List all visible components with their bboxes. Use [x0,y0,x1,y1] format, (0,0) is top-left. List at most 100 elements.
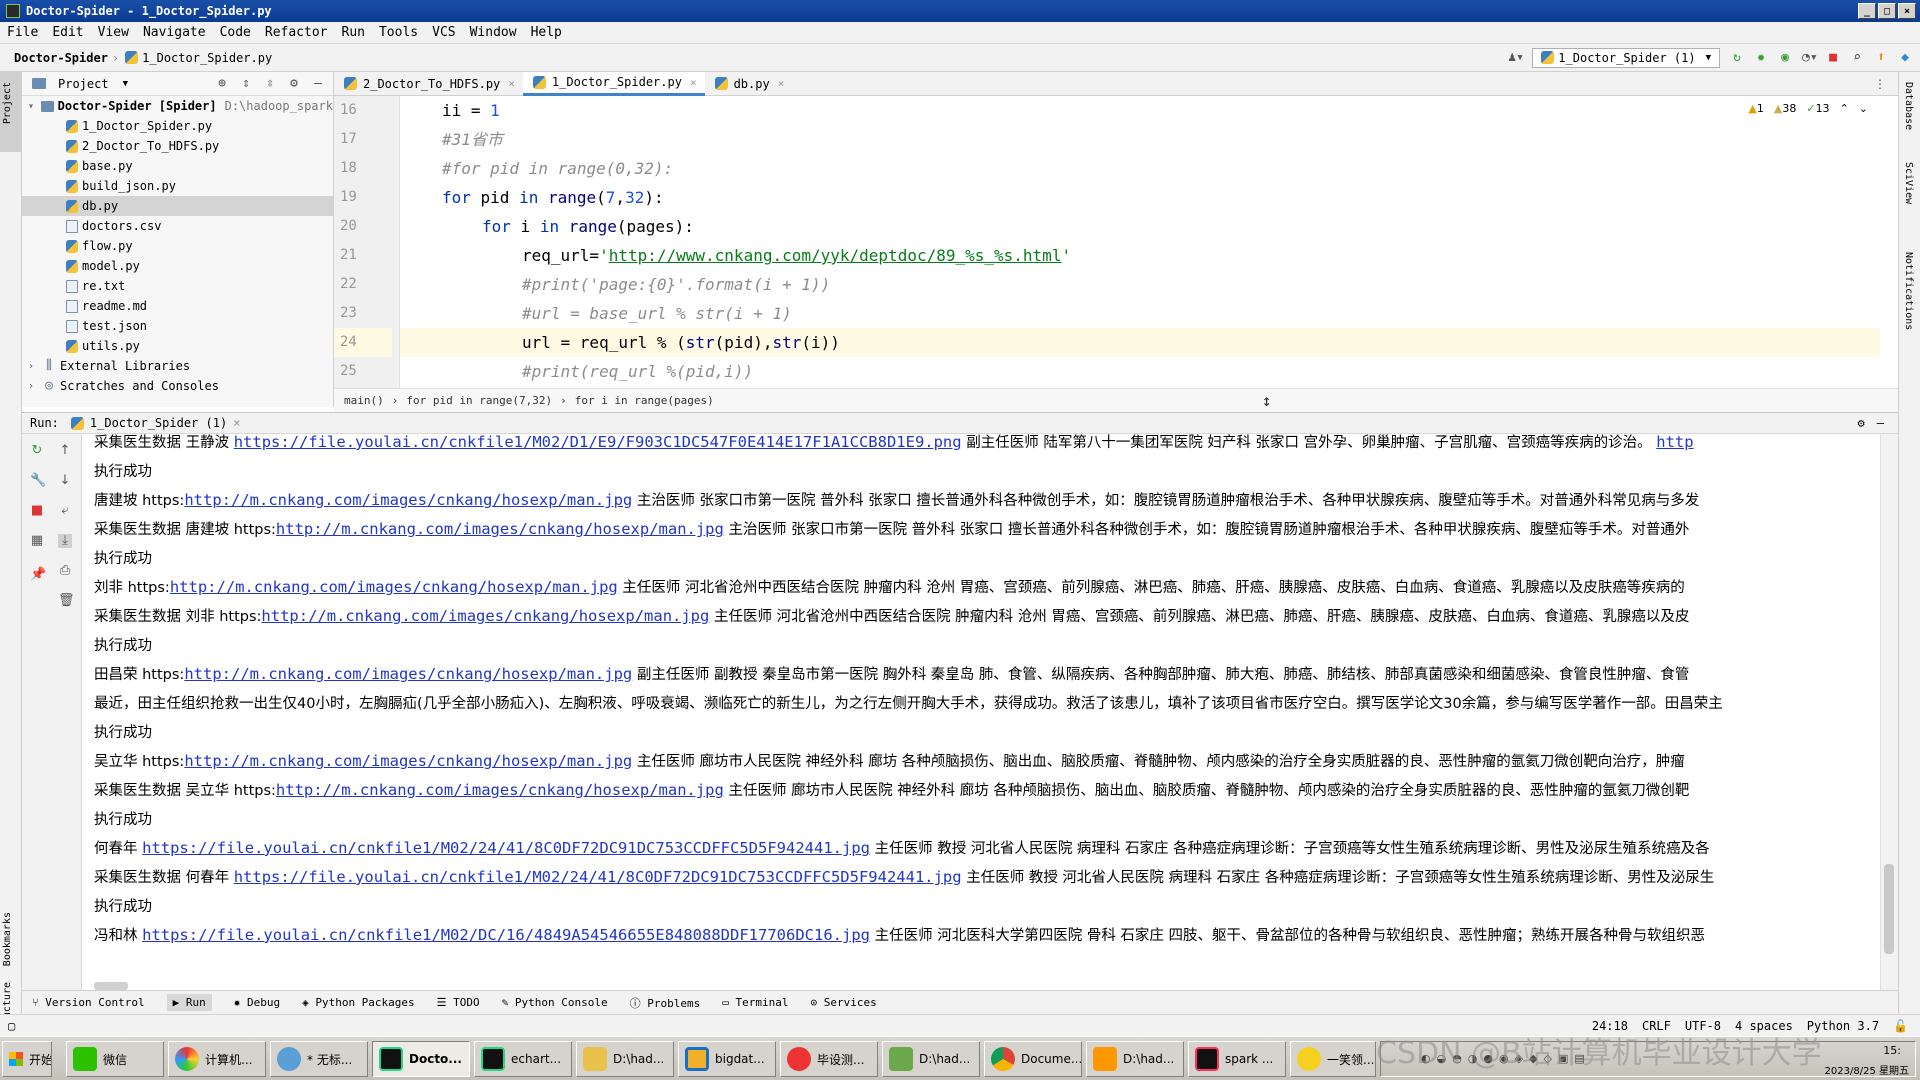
tree-file[interactable]: 2_Doctor_To_HDFS.py [22,136,333,156]
tab-python-console[interactable]: ✎ Python Console [502,996,608,1009]
run-console[interactable]: 采集医生数据 王静波 https://file.youlai.cn/cnkfil… [82,434,1880,990]
rerun-icon[interactable]: ↻ [1730,50,1744,65]
tree-file[interactable]: doctors.csv [22,216,333,236]
lock-icon[interactable]: 🔓 [1893,1019,1908,1033]
taskbar-item-bigdata[interactable]: bigdat... [678,1041,776,1077]
run-config-selector[interactable]: 1_Doctor_Spider (1) ▼ [1532,47,1720,68]
minimize-button[interactable]: _ [1858,3,1876,19]
notifications-tool-label[interactable]: Notifications [1903,252,1914,330]
menu-refactor[interactable]: Refactor [258,25,335,40]
arrow-down-icon[interactable]: ↓ [58,474,72,488]
taskbar-item-pycharm-doctor[interactable]: Docto... [372,1041,470,1077]
resize-cursor-icon[interactable]: ↕ [1262,391,1272,410]
console-link[interactable]: http://m.cnkang.com/images/cnkang/hosexp… [276,781,724,799]
tab-run[interactable]: ▶ Run [166,994,212,1011]
console-link[interactable]: https://file.youlai.cn/cnkfile1/M02/DC/1… [142,926,870,944]
tree-file[interactable]: flow.py [22,236,333,256]
console-link[interactable]: http://m.cnkang.com/images/cnkang/hosexp… [261,607,709,625]
taskbar-item-pycharm-echart[interactable]: echart... [474,1041,572,1077]
debug-icon[interactable]: ✹ [1754,50,1768,65]
project-panel-title[interactable]: Project [58,77,109,91]
close-icon[interactable]: × [508,77,515,90]
tree-file[interactable]: test.json [22,316,333,336]
tree-root[interactable]: ▾ Doctor-Spider [Spider] D:\hadoop_spark [22,96,333,116]
close-icon[interactable]: × [690,76,697,89]
start-button[interactable]: 开始 [2,1041,52,1077]
trash-icon[interactable]: 🗑 [58,594,75,608]
console-link[interactable]: http://m.cnkang.com/images/cnkang/hosexp… [184,665,632,683]
tab-1-doctor-spider[interactable]: 1_Doctor_Spider.py × [522,71,705,96]
console-link[interactable]: https://file.youlai.cn/cnkfile1/M02/D1/E… [234,434,962,451]
tree-file[interactable]: re.txt [22,276,333,296]
stop-icon[interactable]: ■ [1826,50,1840,65]
tree-external-libraries[interactable]: › ⫼ External Libraries [22,356,333,376]
close-icon[interactable]: × [233,416,240,430]
menu-edit[interactable]: Edit [45,25,90,40]
menu-tools[interactable]: Tools [372,25,425,40]
console-link[interactable]: http://m.cnkang.com/images/cnkang/hosexp… [184,752,632,770]
menu-window[interactable]: Window [463,25,524,40]
hide-icon[interactable]: — [311,76,325,91]
tab-db[interactable]: db.py × [705,72,793,96]
menu-view[interactable]: View [91,25,136,40]
soft-wrap-icon[interactable]: ⤶ [58,504,72,518]
wrench-icon[interactable]: 🔧 [30,474,46,488]
menu-run[interactable]: Run [335,25,372,40]
breadcrumb-item[interactable]: for i in range(pages) [575,394,714,407]
bookmarks-tool-label[interactable]: Bookmarks [2,912,13,966]
taskbar-item-sublime[interactable]: D:\had... [1086,1041,1184,1077]
menu-navigate[interactable]: Navigate [136,25,213,40]
console-scrollbar[interactable] [1880,434,1898,990]
expand-all-icon[interactable]: ⇕ [239,76,253,91]
arrow-up-icon[interactable]: ↑ [58,444,72,458]
breadcrumb-item[interactable]: for pid in range(7,32) [406,394,552,407]
clock-time[interactable]: 15: [1883,1044,1901,1057]
tab-problems[interactable]: ⓘ Problems [630,995,701,1011]
horizontal-scrollbar-thumb[interactable] [94,982,128,990]
taskbar-item-paint[interactable]: * 无标... [270,1041,368,1077]
chevron-down-icon[interactable]: ▼ [123,79,128,89]
taskbar-item-chrome-docs[interactable]: Docume... [984,1041,1082,1077]
sciview-tool-label[interactable]: SciView [1903,162,1914,204]
menu-code[interactable]: Code [213,25,258,40]
console-link[interactable]: http://m.cnkang.com/images/cnkang/hosexp… [170,578,618,596]
console-link[interactable]: https://file.youlai.cn/cnkfile1/M02/24/4… [234,868,962,886]
code-string-url[interactable]: http://www.cnkang.com/yyk/deptdoc/89_%s_… [609,246,1062,265]
tab-version-control[interactable]: ⑂ Version Control [32,996,145,1009]
gear-icon[interactable]: ⚙ [287,76,301,91]
breadcrumb-item[interactable]: main() [344,394,384,407]
console-link[interactable]: http [1656,434,1693,451]
console-link[interactable]: http://m.cnkang.com/images/cnkang/hosexp… [184,491,632,509]
layout-icon[interactable]: ▦ [30,534,44,548]
scroll-to-end-icon[interactable]: ⤓ [58,534,72,548]
search-icon[interactable]: ⌕ [1850,50,1864,65]
update-icon[interactable]: ⬆ [1874,50,1888,65]
scrollbar-thumb[interactable] [1884,864,1894,954]
nav-file[interactable]: 1_Doctor_Spider.py [142,51,272,65]
console-link[interactable]: https://file.youlai.cn/cnkfile1/M02/24/4… [142,839,870,857]
taskbar-item-chrome-test[interactable]: 毕设测... [780,1041,878,1077]
stop-icon[interactable]: ■ [30,504,44,518]
clock-date[interactable]: 2023/8/25 星期五 [1825,1062,1909,1077]
taskbar-item-computer[interactable]: 计算机... [168,1041,266,1077]
collapse-all-icon[interactable]: ⇳ [263,76,277,91]
nav-project[interactable]: Doctor-Spider [14,51,108,65]
locate-icon[interactable]: ⊕ [215,76,229,91]
tab-terminal[interactable]: ▭ Terminal [722,996,788,1009]
taskbar-item-folder-2[interactable]: D:\had... [882,1041,980,1077]
console-link[interactable]: http://m.cnkang.com/images/cnkang/hosexp… [276,520,724,538]
more-icon[interactable]: ⋮ [1874,77,1886,91]
profile-icon[interactable]: ◔▾ [1802,50,1818,65]
pin-icon[interactable]: 📌 [30,568,46,582]
code-editor[interactable]: ▲1 ▲38 ✓13 ⌃ ⌄ 16 17 18 19 20 21 22 23 2… [334,96,1898,388]
taskbar-item-wechat[interactable]: 微信 [66,1041,164,1077]
tree-file[interactable]: 1_Doctor_Spider.py [22,116,333,136]
tree-file[interactable]: utils.py [22,336,333,356]
tab-2-doctor-to-hdfs[interactable]: 2_Doctor_To_HDFS.py × [334,72,523,96]
taskbar-item-app[interactable]: 一笑领... [1290,1041,1376,1077]
tab-services[interactable]: ⊙ Services [810,996,876,1009]
tree-file[interactable]: readme.md [22,296,333,316]
jetbrains-icon[interactable]: ◆ [1898,50,1912,65]
user-icon[interactable]: ♟▾ [1508,50,1524,65]
tree-file[interactable]: model.py [22,256,333,276]
